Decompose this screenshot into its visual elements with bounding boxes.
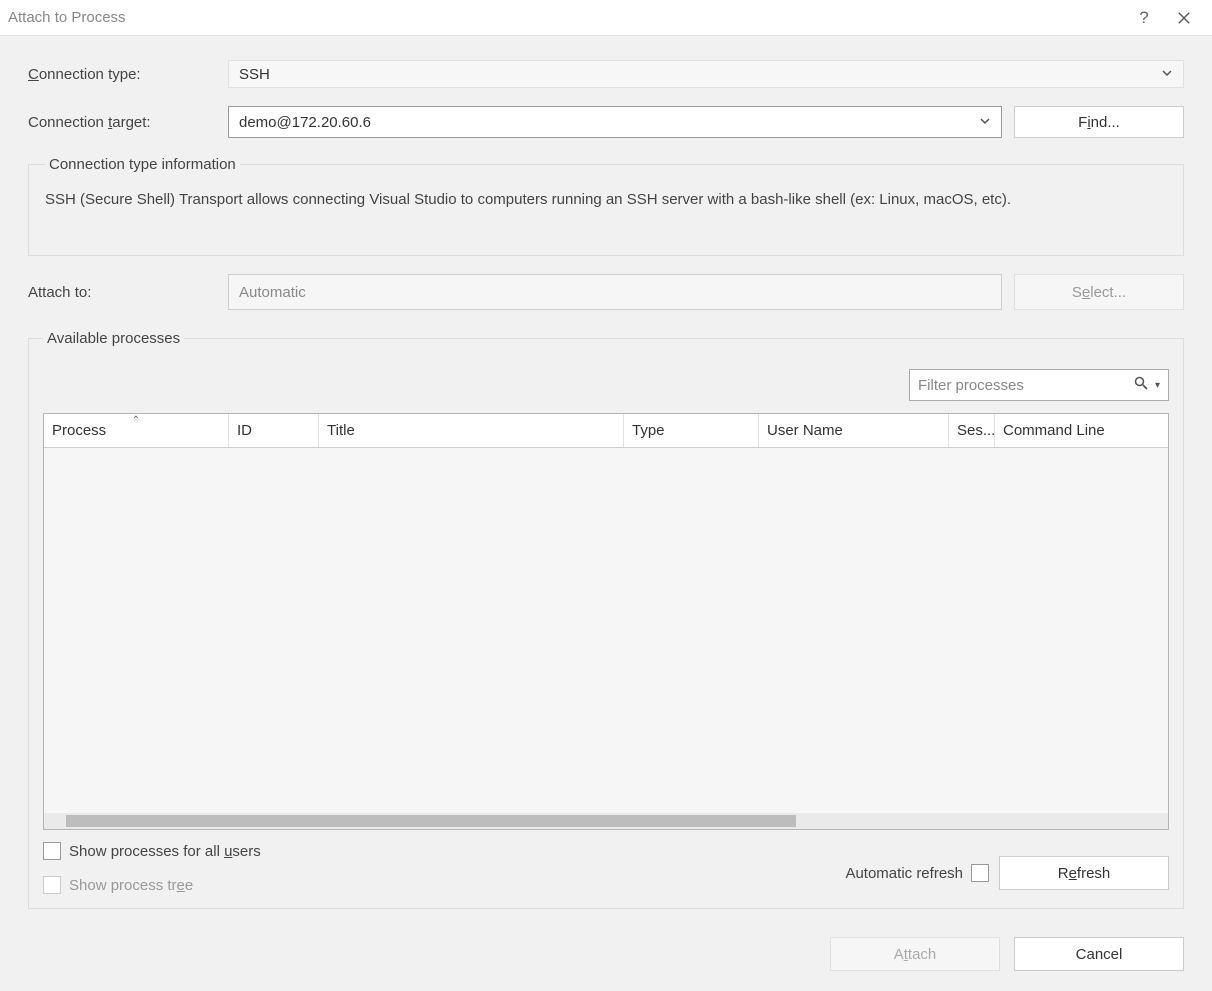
grid-body[interactable]	[44, 448, 1168, 813]
connection-target-value: demo@172.20.60.6	[239, 114, 371, 131]
show-process-tree-label: Show process tree	[69, 877, 193, 894]
connection-type-info-text: SSH (Secure Shell) Transport allows conn…	[45, 189, 1167, 212]
filter-row: Filter processes ▾	[43, 369, 1169, 401]
connection-type-label: Connection type:	[28, 66, 228, 83]
column-session[interactable]: Ses...	[949, 414, 995, 447]
show-process-tree-checkbox: Show process tree	[43, 876, 845, 894]
column-command-line[interactable]: Command Line	[995, 414, 1168, 447]
help-button[interactable]: ?	[1124, 4, 1164, 32]
checkbox-column: Show processes for all users Show proces…	[43, 842, 845, 894]
sort-ascending-icon: ⌃	[132, 415, 140, 426]
titlebar: Attach to Process ?	[0, 0, 1212, 36]
search-icon	[1133, 375, 1149, 395]
select-button: Select...	[1014, 274, 1184, 310]
filter-processes-input[interactable]: Filter processes ▾	[909, 369, 1169, 401]
connection-type-info-group: Connection type information SSH (Secure …	[28, 156, 1184, 256]
scrollbar-thumb[interactable]	[66, 815, 796, 827]
close-icon	[1177, 11, 1191, 25]
available-processes-group: Available processes Filter processes ▾	[28, 330, 1184, 909]
window-title: Attach to Process	[8, 9, 1124, 26]
cancel-button[interactable]: Cancel	[1014, 937, 1184, 971]
connection-type-info-legend: Connection type information	[45, 156, 240, 173]
below-grid-controls: Show processes for all users Show proces…	[43, 842, 1169, 894]
column-user-name[interactable]: User Name	[759, 414, 949, 447]
grid-header: Process ⌃ ID Title Type User Name Ses...…	[44, 414, 1168, 448]
automatic-refresh-label: Automatic refresh	[845, 865, 963, 882]
find-button[interactable]: Find...	[1014, 106, 1184, 138]
refresh-controls: Automatic refresh Refresh	[845, 856, 1169, 890]
attach-to-value: Automatic	[239, 284, 306, 301]
show-all-users-label: Show processes for all users	[69, 843, 261, 860]
dialog-footer: Attach Cancel	[28, 927, 1184, 971]
attach-to-field: Automatic	[228, 274, 1002, 310]
connection-target-label: Connection target:	[28, 114, 228, 131]
available-processes-legend: Available processes	[43, 330, 184, 347]
horizontal-scrollbar[interactable]	[44, 813, 1168, 829]
checkbox-icon	[971, 864, 989, 882]
connection-target-row: Connection target: demo@172.20.60.6 Find…	[28, 106, 1184, 138]
dialog-body: Connection type: SSH Connection target: …	[0, 36, 1212, 991]
attach-to-process-dialog: Attach to Process ? Connection type: SSH	[0, 0, 1212, 991]
connection-type-value: SSH	[239, 66, 270, 83]
close-button[interactable]	[1164, 4, 1204, 32]
chevron-down-icon	[979, 114, 991, 131]
automatic-refresh-checkbox[interactable]: Automatic refresh	[845, 864, 989, 882]
attach-to-row: Attach to: Automatic Select...	[28, 274, 1184, 310]
column-title[interactable]: Title	[319, 414, 624, 447]
connection-type-dropdown[interactable]: SSH	[228, 60, 1184, 88]
attach-to-label: Attach to:	[28, 284, 228, 301]
chevron-down-icon	[1161, 66, 1173, 83]
attach-button: Attach	[830, 937, 1000, 971]
filter-dropdown-icon[interactable]: ▾	[1155, 380, 1160, 391]
connection-target-input[interactable]: demo@172.20.60.6	[228, 106, 1002, 138]
filter-placeholder: Filter processes	[918, 377, 1127, 394]
show-all-users-checkbox[interactable]: Show processes for all users	[43, 842, 845, 860]
checkbox-icon	[43, 842, 61, 860]
column-id[interactable]: ID	[229, 414, 319, 447]
process-grid: Process ⌃ ID Title Type User Name Ses...…	[43, 413, 1169, 830]
column-type[interactable]: Type	[624, 414, 759, 447]
refresh-button[interactable]: Refresh	[999, 856, 1169, 890]
column-process[interactable]: Process ⌃	[44, 414, 229, 447]
connection-type-row: Connection type: SSH	[28, 60, 1184, 88]
checkbox-icon	[43, 876, 61, 894]
